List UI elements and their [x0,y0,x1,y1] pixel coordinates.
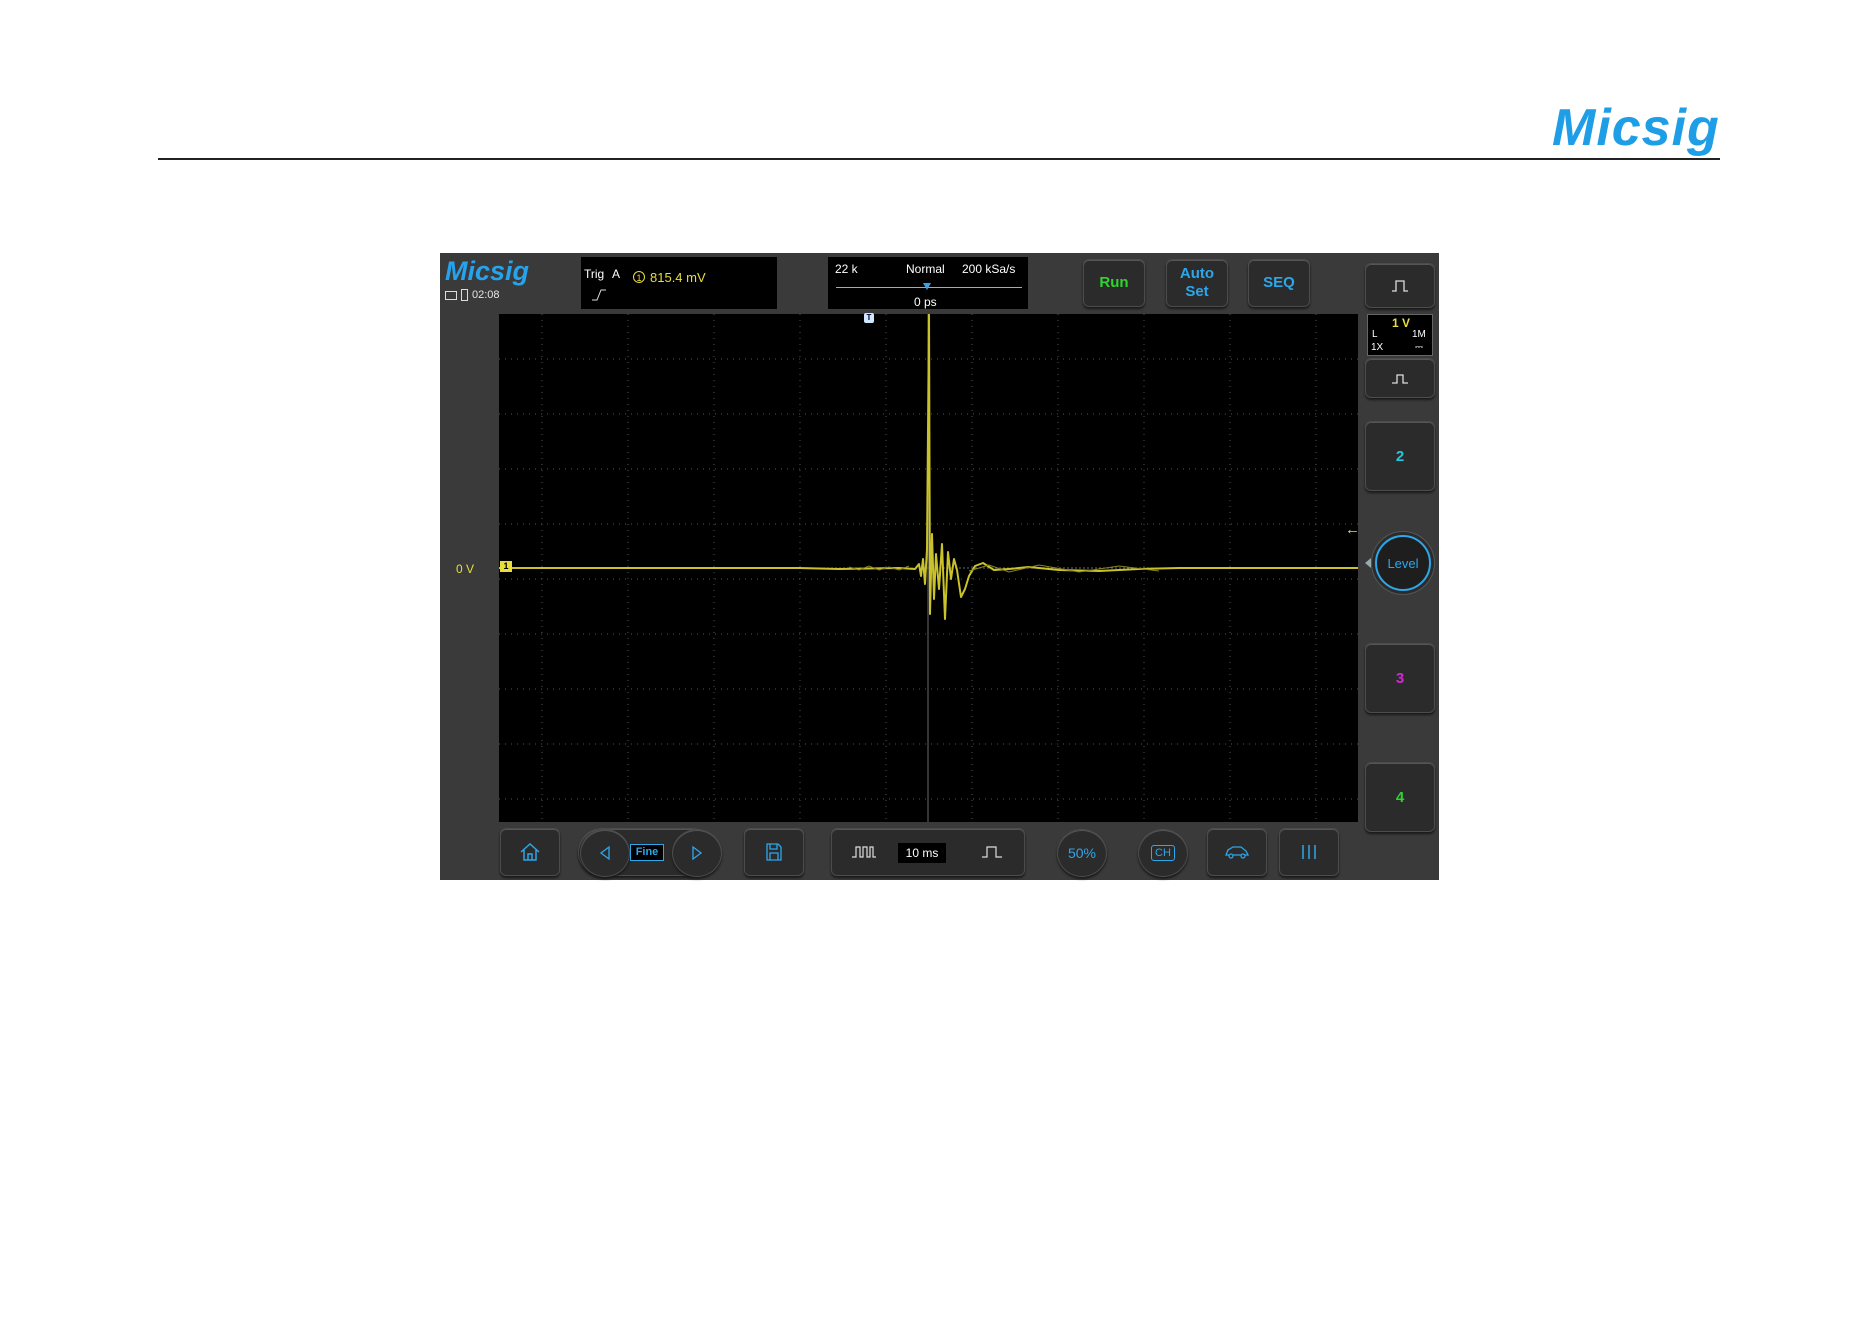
channel1-offset-marker[interactable]: 1 [500,561,512,572]
channel1-probe-ratio: 1X [1371,342,1384,353]
dc-coupling-icon: ⎓ [1415,342,1423,353]
car-icon [1225,846,1250,859]
pulse-dense-icon [852,846,876,858]
menu-button[interactable] [1279,828,1339,876]
channel2-button[interactable]: 2 [1365,421,1435,491]
pulse-narrow-icon [1392,374,1408,384]
trigger-fifty-percent-button[interactable]: 50% [1057,829,1107,877]
pulse-sparse-icon [982,846,1002,858]
timebase-decrease-button[interactable] [960,829,1024,875]
status-row: 02:08 [445,289,500,301]
home-button[interactable] [500,828,560,876]
pulse-wide-icon [1392,279,1408,292]
triangle-right-icon [692,845,703,861]
trigger-source: A [612,267,621,281]
app-logo: Micsig [445,256,530,286]
home-icon [520,842,540,861]
trigger-label: Trig [584,267,605,281]
triangle-left-icon [599,845,610,861]
fine-mode-toggle[interactable]: Fine [630,844,664,861]
menu-bars-icon [1302,845,1316,859]
sample-rate: 200 kSa/s [962,262,1016,276]
channel1-vertical-scale: 1 V [1392,316,1411,330]
channel4-button[interactable]: 4 [1365,762,1435,832]
autoset-label-1: Auto [1179,265,1215,282]
trigger-info-panel[interactable]: Trig A 1 815.4 mV [581,257,777,309]
page-brand-logo: Micsig [1552,99,1720,157]
timebase-info-panel[interactable]: 22 k Normal 200 kSa/s 0 ps [828,257,1028,309]
channel-menu-button[interactable]: CH [1138,829,1188,877]
waveform-plot[interactable] [499,313,1358,822]
memory-position-marker [923,283,931,290]
trigger-channel-badge: 1 [633,271,645,283]
autoset-button[interactable]: Auto Set [1166,259,1228,307]
channel1-scale-up-button[interactable] [1365,263,1435,308]
level-knob[interactable]: Level [1375,535,1431,591]
run-button[interactable]: Run [1083,259,1145,307]
channel3-button[interactable]: 3 [1365,643,1435,713]
battery-icon [461,289,468,301]
header-divider [158,158,1720,160]
channel1-impedance: 1M [1412,329,1426,340]
channel1-coupling: L [1372,329,1378,340]
timebase-increase-button[interactable] [832,829,896,875]
channel1-zero-label: 0 V [456,562,475,576]
channel1-settings-panel[interactable]: 1 V L 1M 1X ⎓ [1367,314,1433,356]
level-pointer-icon [1365,558,1371,568]
step-right-button[interactable] [672,829,722,877]
autoset-label-2: Set [1185,283,1209,300]
waveform-canvas [499,313,1358,822]
timebase-value: 10 ms [898,843,946,863]
channel1-scale-down-button[interactable] [1365,358,1435,398]
trigger-mode: Normal [906,262,945,276]
channel-menu-label: CH [1151,845,1175,861]
oscilloscope-screen: Micsig 02:08 Trig A 1 815.4 mV 22 k Norm… [440,253,1439,880]
trigger-level-value: 815.4 mV [650,270,706,285]
trigger-position-marker[interactable]: T [864,313,874,323]
rising-edge-icon [592,289,606,301]
clock-time: 02:08 [472,289,500,301]
memory-depth: 22 k [835,262,858,276]
trigger-level-arrow-icon[interactable]: ← [1345,521,1360,538]
save-button[interactable] [744,828,804,876]
seq-button[interactable]: SEQ [1248,259,1310,307]
horizontal-offset: 0 ps [914,295,937,309]
monitor-icon [445,290,457,300]
step-left-button[interactable] [580,829,630,877]
automotive-button[interactable] [1207,828,1267,876]
save-icon [766,843,782,861]
